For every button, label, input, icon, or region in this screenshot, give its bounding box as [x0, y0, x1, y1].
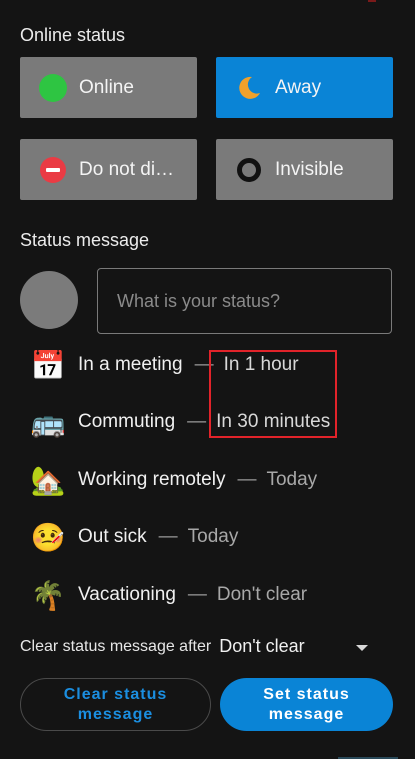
green-dot-icon	[39, 73, 67, 102]
preset-name: Working remotely	[78, 469, 226, 490]
chevron-down-icon[interactable]	[356, 645, 368, 651]
status-message-input[interactable]	[97, 268, 392, 334]
status-option-online[interactable]: Online	[20, 57, 197, 118]
clear-after-label: Clear status message after	[20, 637, 212, 655]
preset-commuting[interactable]: 🚌 Commuting — In 30 minutes	[30, 402, 390, 442]
status-option-label: Away	[275, 76, 322, 98]
preset-dash: —	[187, 411, 207, 432]
status-message-title: Status message	[20, 230, 150, 250]
preset-duration: In 30 minutes	[216, 411, 331, 432]
preset-dash: —	[237, 469, 257, 490]
set-status-button[interactable]: Set status message	[220, 678, 393, 731]
preset-name: Commuting	[78, 411, 176, 432]
do-not-disturb-icon	[39, 156, 67, 184]
edge-mark	[368, 0, 376, 2]
status-option-label: Invisible	[275, 158, 344, 180]
preset-dash: —	[158, 526, 178, 547]
clear-after-row: Clear status message after Don't clear	[20, 636, 305, 657]
preset-name: Vacationing	[78, 584, 176, 605]
crescent-moon-icon	[235, 74, 263, 102]
preset-duration: Today	[187, 526, 239, 547]
preset-dash: —	[187, 584, 207, 605]
preset-duration: In 1 hour	[223, 354, 299, 375]
preset-duration: Don't clear	[216, 584, 308, 605]
preset-working-remotely[interactable]: 🏡 Working remotely — Today	[30, 460, 390, 500]
bus-icon: 🚌	[30, 406, 66, 438]
palm-tree-icon: 🌴	[30, 579, 66, 611]
status-page: Online status Online Away Do not di… Inv…	[0, 0, 415, 759]
preset-duration: Today	[266, 469, 318, 490]
preset-name: In a meeting	[78, 354, 183, 375]
preset-out-sick[interactable]: 🤒 Out sick — Today	[30, 517, 390, 557]
online-status-title: Online status	[20, 25, 126, 45]
invisible-ring-icon	[235, 156, 263, 184]
sick-face-icon: 🤒	[30, 521, 66, 553]
status-option-away[interactable]: Away	[216, 57, 393, 118]
clear-after-dropdown[interactable]: Don't clear	[219, 636, 304, 657]
status-option-label: Do not di…	[79, 158, 175, 180]
preset-in-a-meeting[interactable]: 📅 In a meeting — In 1 hour	[30, 345, 390, 385]
avatar[interactable]	[20, 271, 78, 329]
preset-name: Out sick	[78, 526, 147, 547]
clear-status-button[interactable]: Clear status message	[20, 678, 211, 731]
status-option-do-not-disturb[interactable]: Do not di…	[20, 139, 197, 200]
house-icon: 🏡	[30, 464, 66, 496]
preset-vacationing[interactable]: 🌴 Vacationing — Don't clear	[30, 575, 390, 615]
status-option-invisible[interactable]: Invisible	[216, 139, 393, 200]
status-option-label: Online	[79, 76, 134, 98]
calendar-icon: 📅	[30, 349, 66, 381]
preset-dash: —	[194, 354, 214, 375]
